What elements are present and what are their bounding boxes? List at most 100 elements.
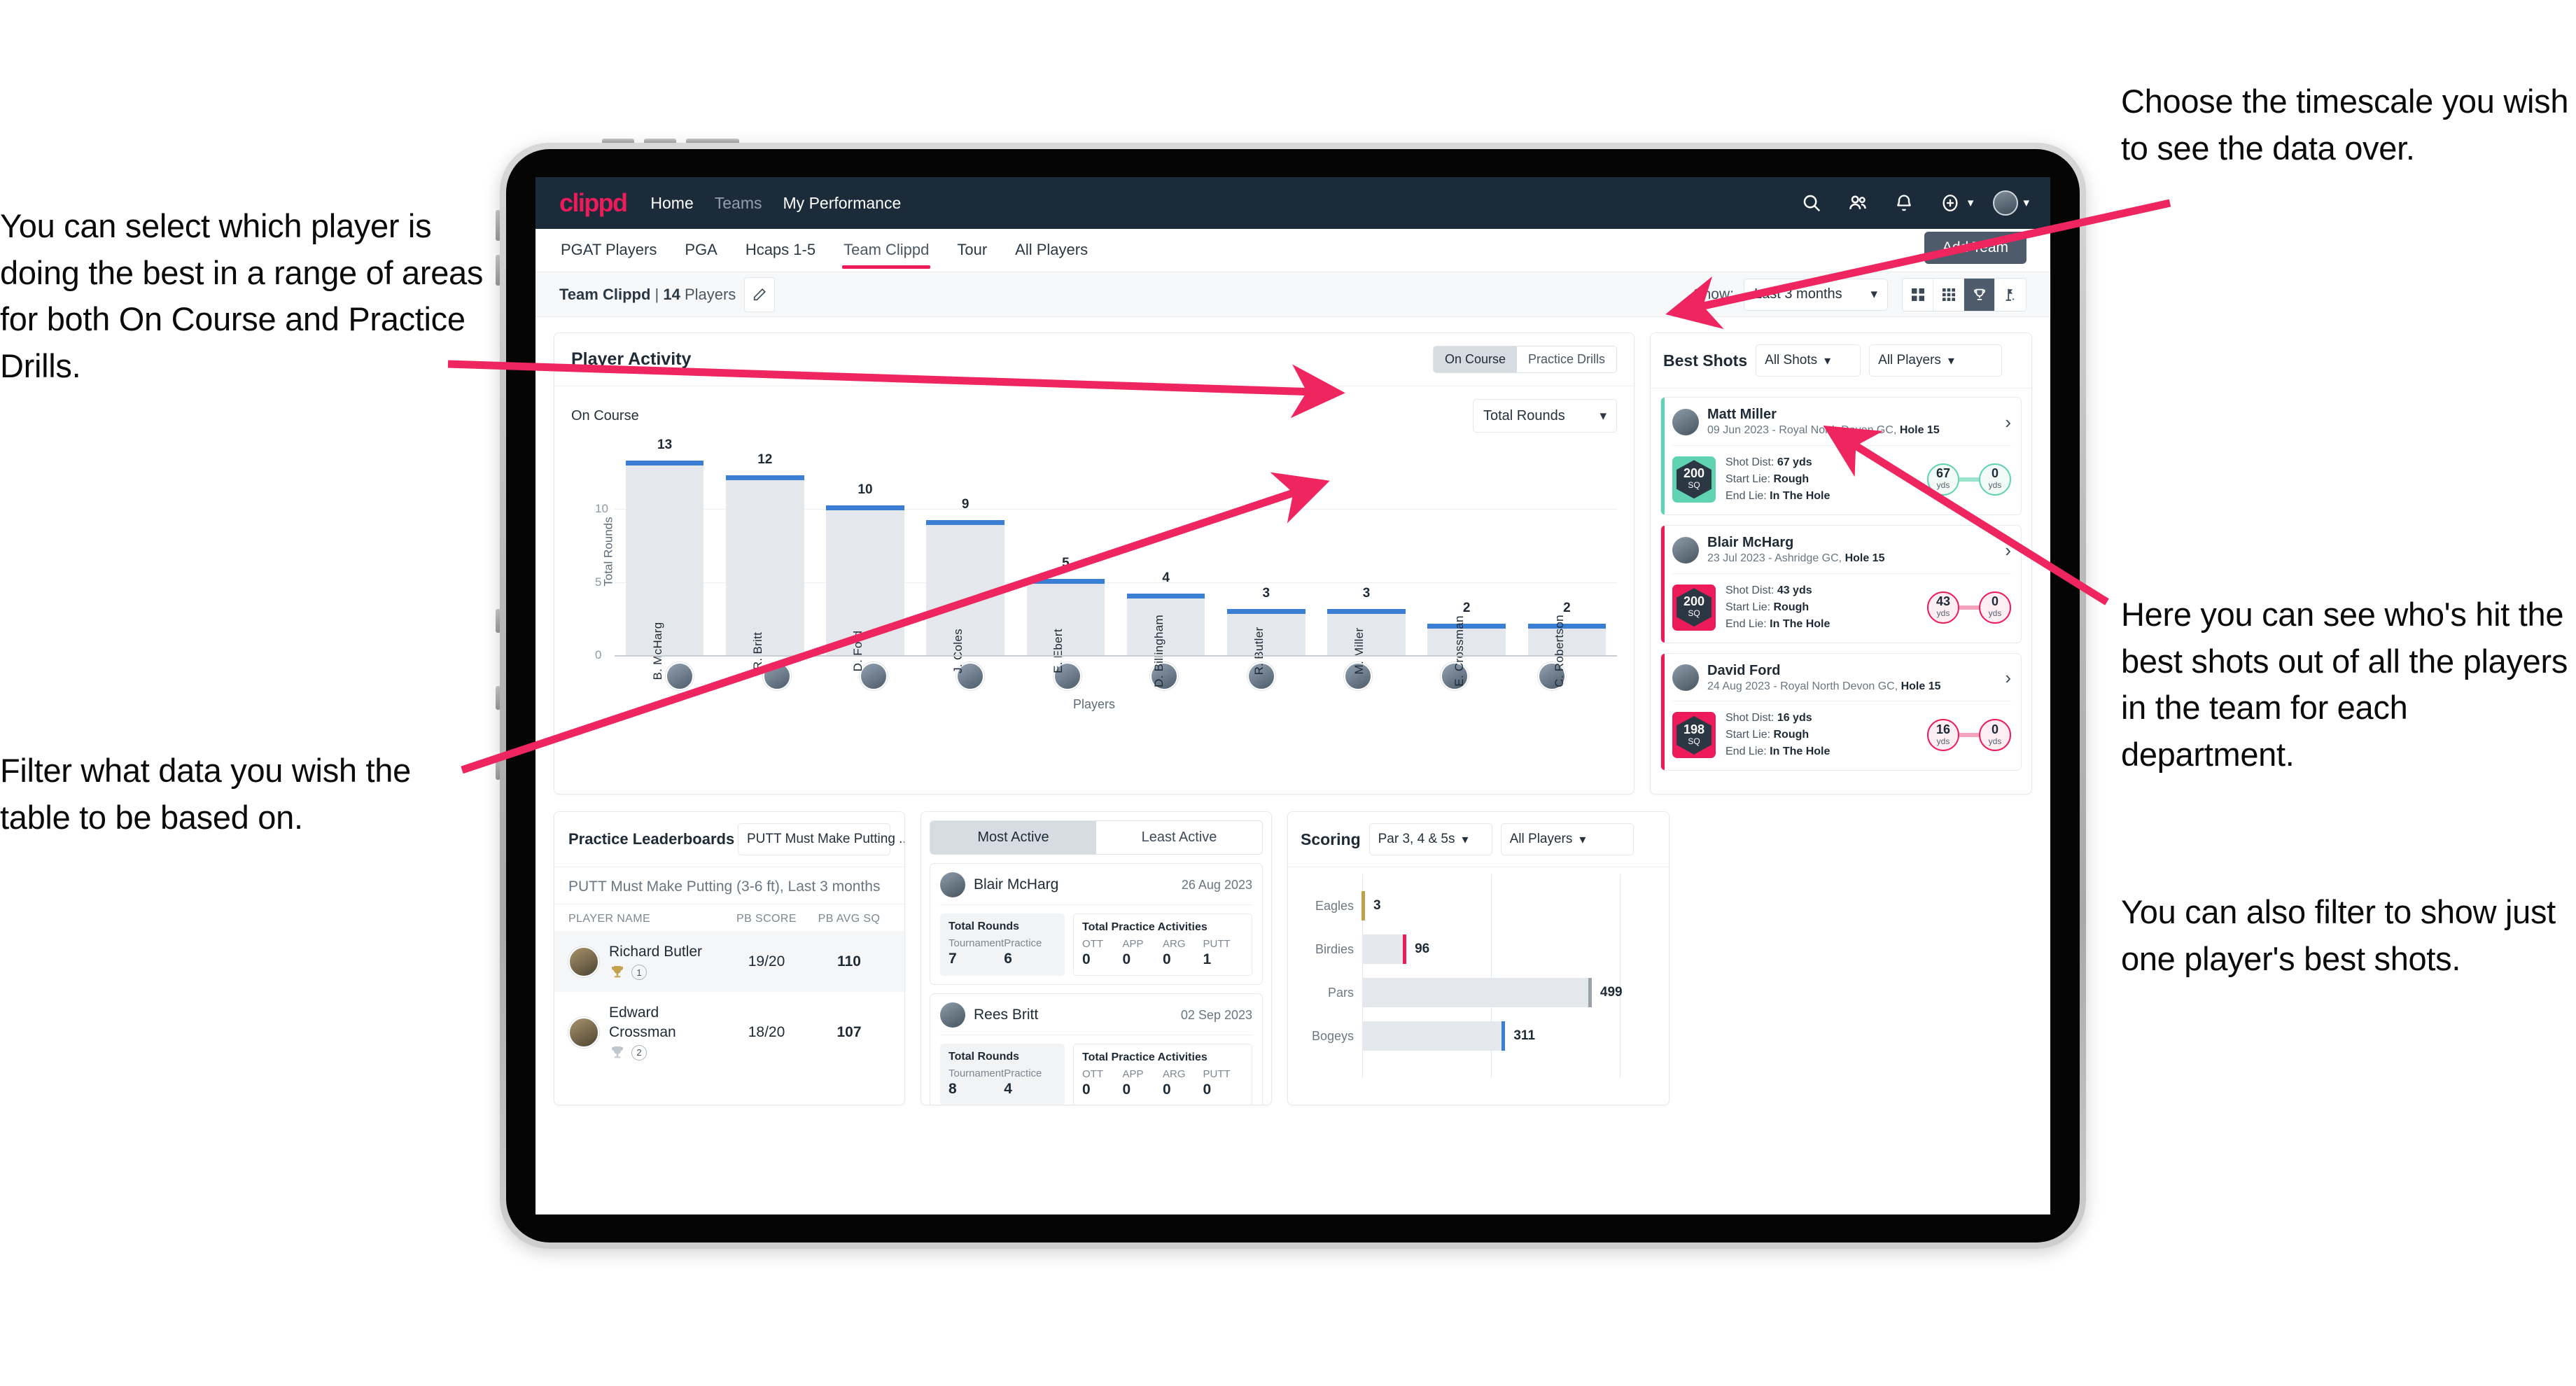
clippd-logo[interactable]: clippd [559, 188, 628, 218]
chevron-down-icon-profile[interactable]: ▾ [2023, 196, 2029, 210]
scoring-row[interactable]: Bogeys 311 [1301, 1014, 1627, 1058]
tab-least-active[interactable]: Least Active [1096, 821, 1262, 854]
chevron-down-icon: ▾ [1947, 353, 1954, 368]
bar[interactable]: 13 B. McHarg [625, 438, 704, 680]
tab-hcaps-1-5[interactable]: Hcaps 1-5 [744, 231, 817, 270]
edit-team-button[interactable] [744, 276, 776, 312]
bar[interactable]: 4 D. Billingham [1126, 570, 1205, 687]
chevron-right-icon[interactable]: › [2005, 668, 2011, 687]
bar[interactable]: 2 C. Robertson [1527, 601, 1606, 687]
scoring-category-label: Bogeys [1311, 1028, 1354, 1043]
best-shots-title: Best Shots [1663, 351, 1748, 370]
nav-link-teams[interactable]: Teams [715, 194, 762, 213]
bar[interactable]: 9 J. Coles [926, 497, 1005, 673]
drill-select[interactable]: PUTT Must Make Putting ... ▾ [738, 823, 904, 855]
practice-activities-title: Total Practice Activities [1082, 1051, 1208, 1063]
shot-end-distance: 0 yds [1979, 719, 2011, 752]
scoring-row[interactable]: Eagles 3 [1301, 884, 1627, 927]
best-shots-player-filter[interactable]: All Players ▾ [1869, 344, 2003, 377]
leaderboard-rows: Richard Butler 1 19/20 110 Edward Crossman 2 1… [554, 931, 904, 1072]
bar[interactable]: 5 E. Ebert [1026, 556, 1105, 673]
bar[interactable]: 3 R. Butler [1226, 586, 1306, 675]
leaderboard-pb-score: 19/20 [748, 953, 785, 969]
avatar[interactable] [1993, 190, 2019, 216]
segment-practice-drills[interactable]: Practice Drills [1516, 346, 1616, 372]
bar[interactable]: 10 D. Ford [826, 482, 904, 671]
trophy-icon-button[interactable] [1964, 278, 1995, 311]
grid-2x2-icon-button[interactable] [1903, 278, 1933, 311]
bar-column[interactable]: 3 M. Miller [1316, 447, 1416, 674]
annotation-left-bottom: Filter what data you wish the table to b… [0, 752, 411, 836]
bell-icon[interactable] [1891, 190, 1917, 216]
activity-player-card[interactable]: Blair McHarg 26 Aug 2023 Total Rounds Tourn… [930, 863, 1263, 985]
bar-column[interactable]: 2 E. Crossman [1417, 447, 1517, 687]
plus-circle-icon[interactable] [1938, 190, 1963, 216]
grid-3x3-icon-button[interactable] [1933, 278, 1964, 311]
nav-link-home[interactable]: Home [650, 194, 693, 213]
player-avatar[interactable] [728, 662, 825, 690]
segment-on-course[interactable]: On Course [1433, 346, 1517, 372]
bar-column[interactable]: 4 D. Billingham [1116, 447, 1216, 687]
best-shot-body: 200 SQ Shot Dist: 43 yds Start Lie: Rough En… [1672, 574, 2011, 633]
rounds-metric-label: Practice [1004, 937, 1042, 949]
tab-pgat-players[interactable]: PGAT Players [559, 231, 658, 270]
bar-category-label: E. Crossman [1452, 615, 1466, 687]
tab-most-active[interactable]: Most Active [930, 821, 1096, 854]
scoring-player-filter[interactable]: All Players ▾ [1500, 823, 1634, 855]
scoring-bar-track: 499 [1362, 978, 1627, 1007]
player-avatar[interactable] [922, 662, 1018, 690]
bar[interactable]: 12 R. Britt [725, 452, 804, 670]
bar[interactable]: 2 E. Crossman [1427, 601, 1506, 687]
bar-column[interactable]: 3 R. Butler [1216, 447, 1316, 675]
bar-column[interactable]: 9 J. Coles [916, 447, 1016, 673]
people-icon[interactable] [1845, 190, 1870, 216]
shot-start-distance: 43 yds [1927, 591, 1959, 624]
table-row[interactable]: Edward Crossman 2 18/20 107 [554, 992, 904, 1072]
tab-pga[interactable]: PGA [683, 231, 718, 270]
tab-team-clippd[interactable]: Team Clippd [842, 231, 931, 270]
tablet-bezel: clippd Home Teams My Performance ▾ ▾ PGA… [506, 149, 2080, 1242]
bar-chart-plot-area: Total Rounds 10 5 0 13 B. McHarg 12 R. Brit… [571, 438, 1617, 687]
chevron-down-icon-add[interactable]: ▾ [1968, 196, 1974, 210]
practice-metric-label: PUTT [1203, 938, 1231, 950]
scoring-par-filter[interactable]: Par 3, 4 & 5s ▾ [1368, 823, 1492, 855]
search-icon[interactable] [1799, 190, 1824, 216]
tab-all-players[interactable]: All Players [1014, 231, 1089, 270]
best-shots-shot-filter[interactable]: All Shots ▾ [1756, 344, 1861, 377]
chevron-right-icon[interactable]: › [2005, 413, 2011, 431]
best-shot-card[interactable]: David Ford 24 Aug 2023 - Royal North Devo… [1660, 652, 2022, 771]
golf-flag-icon-button[interactable] [1995, 278, 2026, 311]
nav-link-my-performance[interactable]: My Performance [783, 194, 902, 213]
player-avatar[interactable] [825, 662, 922, 690]
end-lie-row: End Lie: In The Hole [1726, 617, 1830, 630]
best-shot-meta: 23 Jul 2023 - Ashridge GC, Hole 15 [1707, 552, 1885, 564]
golf-flag-icon [2005, 288, 2015, 301]
practice-metric-value: 0 [1082, 1082, 1091, 1098]
player-avatar[interactable] [1019, 662, 1116, 690]
total-rounds-box: Total Rounds Tournament 7 Practice 6 [940, 913, 1065, 976]
chevron-right-icon[interactable]: › [2005, 541, 2011, 559]
bar-column[interactable]: 10 D. Ford [815, 447, 915, 671]
timescale-select[interactable]: Last 3 months ▾ [1744, 278, 1888, 311]
bar-column[interactable]: 2 C. Robertson [1517, 447, 1617, 687]
metric-select[interactable]: Total Rounds ▾ [1473, 399, 1617, 433]
scoring-row[interactable]: Pars 499 [1301, 971, 1627, 1014]
bar-column[interactable]: 13 B. McHarg [615, 438, 715, 680]
player-avatar[interactable] [631, 662, 728, 690]
player-avatar[interactable] [1504, 662, 1600, 690]
bar-column[interactable]: 5 E. Ebert [1016, 447, 1116, 673]
tab-tour[interactable]: Tour [955, 231, 988, 270]
activity-player-card[interactable]: Rees Britt 02 Sep 2023 Total Rounds Tournam… [930, 993, 1263, 1105]
bar-column[interactable]: 12 R. Britt [715, 447, 815, 670]
bar[interactable]: 3 M. Miller [1327, 586, 1406, 674]
practice-metric-value: 0 [1163, 1082, 1171, 1098]
scoring-par-filter-value: Par 3, 4 & 5s [1378, 832, 1455, 846]
shot-quality-badge: 198 SQ [1672, 712, 1716, 759]
scoring-bar [1362, 978, 1592, 1007]
table-row[interactable]: Richard Butler 1 19/20 110 [554, 931, 904, 993]
leaderboard-table-header: PLAYER NAME PB SCORE PB AVG SQ [554, 904, 904, 931]
best-shot-card[interactable]: Matt Miller 09 Jun 2023 - Royal North Dev… [1660, 397, 2022, 515]
best-shot-card[interactable]: Blair McHarg 23 Jul 2023 - Ashridge GC, H… [1660, 524, 2022, 643]
add-team-button[interactable]: Add Team [1924, 232, 2026, 264]
scoring-row[interactable]: Birdies 96 [1301, 927, 1627, 971]
